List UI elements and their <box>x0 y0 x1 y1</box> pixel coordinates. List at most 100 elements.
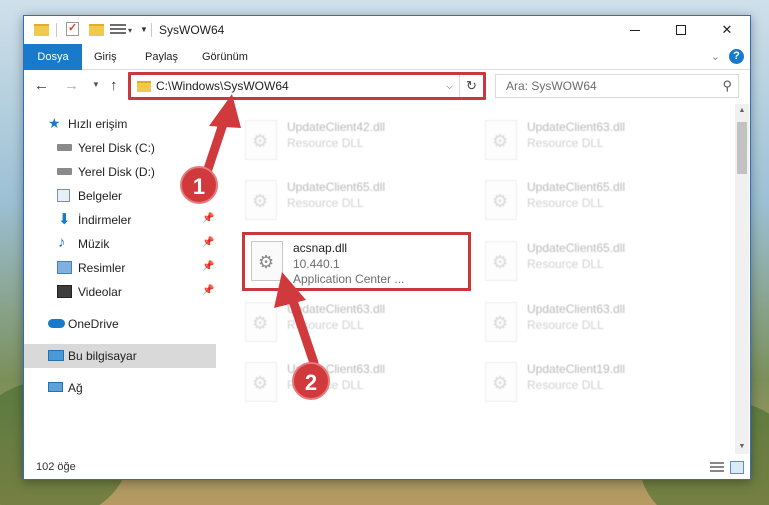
details-view-icon[interactable] <box>710 462 724 474</box>
properties-icon[interactable] <box>66 21 79 36</box>
file-item[interactable]: UpdateClient65.dll Resource DLL <box>237 176 467 232</box>
file-item[interactable]: UpdateClient42.dll Resource DLL <box>237 116 467 172</box>
customize-toolbar-icon[interactable]: ▼ <box>140 25 148 41</box>
file-name: UpdateClient19.dll <box>527 362 626 376</box>
drive-icon <box>57 144 72 151</box>
dll-file-icon <box>485 302 517 342</box>
file-item[interactable]: UpdateClient19.dll Resource DLL <box>477 358 707 414</box>
pin-icon[interactable]: 📌 <box>202 213 214 224</box>
maximize-icon <box>676 25 686 35</box>
view-options-icon[interactable] <box>110 24 126 37</box>
sidebar-item-label: Hızlı erişim <box>68 117 128 131</box>
sidebar-item-downloads[interactable]: ⬇ İndirmeler 📌 <box>24 208 216 232</box>
dll-file-icon <box>485 241 517 281</box>
maximize-button[interactable] <box>658 16 704 44</box>
file-name: UpdateClient63.dll <box>527 120 626 134</box>
file-name: UpdateClient42.dll <box>287 120 386 134</box>
file-description: Resource DLL <box>527 196 604 210</box>
search-input[interactable]: Ara: SysWOW64 <box>506 79 597 93</box>
sidebar-item-label: Yerel Disk (D:) <box>78 165 155 179</box>
scroll-up-icon[interactable]: ▲ <box>735 104 749 118</box>
sidebar-item-label: Belgeler <box>78 189 123 203</box>
window-title: SysWOW64 <box>159 23 225 37</box>
download-icon: ⬇ <box>58 211 71 228</box>
sidebar-item-this-pc[interactable]: Bu bilgisayar <box>24 344 216 368</box>
file-name: UpdateClient65.dll <box>527 180 626 194</box>
file-description: Resource DLL <box>527 257 604 271</box>
minimize-button[interactable] <box>612 16 658 44</box>
minimize-icon <box>630 29 640 31</box>
back-button[interactable]: ← <box>34 77 49 94</box>
sidebar-item-videos[interactable]: Videolar 📌 <box>24 280 216 304</box>
sidebar-item-label: Müzik <box>78 237 110 251</box>
dll-file-icon <box>485 120 517 160</box>
file-description: Resource DLL <box>287 136 364 150</box>
divider <box>56 23 57 37</box>
sidebar-item-pictures[interactable]: Resimler 📌 <box>24 256 216 280</box>
explorer-window: ▾ ▼ SysWOW64 ✕ Dosya Giriş Paylaş Görünü… <box>23 15 751 480</box>
sidebar-item-label: Ağ <box>68 381 83 395</box>
documents-icon <box>57 189 70 202</box>
ribbon-tabs: Dosya Giriş Paylaş Görünüm ⌄ ? <box>24 44 750 70</box>
search-icon[interactable]: ⚲ <box>722 78 732 94</box>
title-bar: ▾ ▼ SysWOW64 ✕ <box>24 16 750 44</box>
scroll-thumb[interactable] <box>737 122 747 174</box>
file-item[interactable]: UpdateClient63.dll Resource DLL <box>477 116 707 172</box>
close-button[interactable]: ✕ <box>704 16 750 44</box>
navigation-bar: ← → ▼ ↑ C:\Windows\SysWOW64 ⌵ ↻ Ara: Sys… <box>24 71 750 101</box>
expand-ribbon-icon[interactable]: ⌄ <box>711 50 720 63</box>
sidebar-item-music[interactable]: ♪ Müzik 📌 <box>24 232 216 256</box>
address-highlight-box <box>128 72 486 100</box>
sidebar-item-label: Videolar <box>78 285 122 299</box>
file-name: UpdateClient65.dll <box>287 180 386 194</box>
recent-locations-button[interactable]: ▼ <box>92 80 100 89</box>
music-icon: ♪ <box>58 234 66 251</box>
divider <box>151 23 152 37</box>
tab-home[interactable]: Giriş <box>94 44 117 70</box>
drive-icon <box>57 168 72 175</box>
help-button[interactable]: ? <box>729 49 744 64</box>
tab-file[interactable]: Dosya <box>24 44 82 70</box>
file-item[interactable]: UpdateClient65.dll Resource DLL <box>477 176 707 232</box>
annotation-arrow-2 <box>274 272 319 368</box>
chevron-down-icon[interactable]: ▾ <box>128 26 132 42</box>
pictures-icon <box>57 261 72 274</box>
up-button[interactable]: ↑ <box>110 77 118 94</box>
vertical-scrollbar[interactable]: ▲ ▼ <box>735 104 749 454</box>
step-badge-2: 2 <box>292 362 330 400</box>
sidebar-item-label: Resimler <box>78 261 126 275</box>
file-item[interactable]: UpdateClient63.dll Resource DLL <box>477 298 707 354</box>
cloud-icon <box>48 319 65 328</box>
computer-icon <box>48 350 64 361</box>
folder-icon <box>34 24 49 36</box>
dll-file-icon <box>485 362 517 402</box>
star-icon: ★ <box>48 115 61 131</box>
sidebar-item-label: Bu bilgisayar <box>68 349 137 363</box>
search-box[interactable]: Ara: SysWOW64 ⚲ <box>495 74 739 98</box>
new-folder-icon[interactable] <box>89 24 104 36</box>
forward-button[interactable]: → <box>64 77 79 94</box>
pin-icon[interactable]: 📌 <box>202 285 214 296</box>
item-count: 102 öğe <box>36 461 76 473</box>
sidebar-item-label: OneDrive <box>68 317 119 331</box>
file-name: UpdateClient65.dll <box>527 241 626 255</box>
file-item[interactable]: UpdateClient65.dll Resource DLL <box>477 237 707 293</box>
file-description: Resource DLL <box>527 318 604 332</box>
network-icon <box>48 382 63 392</box>
sidebar-item-label: İndirmeler <box>78 213 132 227</box>
file-description: Resource DLL <box>287 196 364 210</box>
tab-view[interactable]: Görünüm <box>202 44 248 70</box>
file-name: UpdateClient63.dll <box>527 302 626 316</box>
sidebar-item-label: Yerel Disk (C:) <box>78 141 155 155</box>
file-description: Resource DLL <box>527 378 604 392</box>
sidebar-item-onedrive[interactable]: OneDrive <box>24 312 216 336</box>
large-icons-view-icon[interactable] <box>730 461 744 474</box>
dll-file-icon <box>485 180 517 220</box>
sidebar-item-network[interactable]: Ağ <box>24 376 216 400</box>
pin-icon[interactable]: 📌 <box>202 261 214 272</box>
scroll-down-icon[interactable]: ▼ <box>735 440 749 454</box>
videos-icon <box>57 285 72 298</box>
tab-share[interactable]: Paylaş <box>145 44 178 70</box>
step-badge-1: 1 <box>180 166 218 204</box>
pin-icon[interactable]: 📌 <box>202 237 214 248</box>
